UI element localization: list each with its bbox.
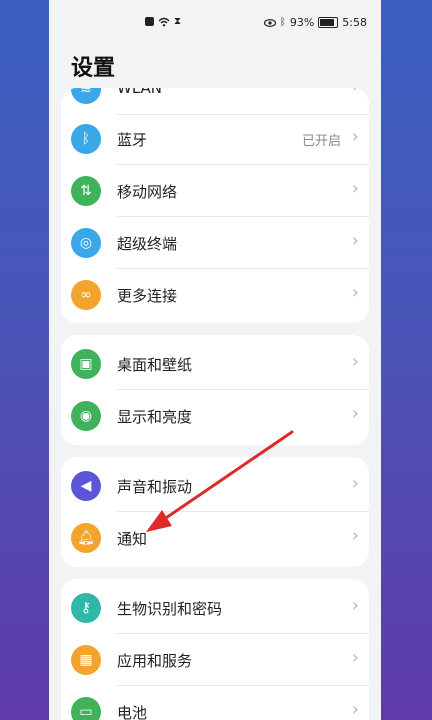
red-arrow-icon bbox=[146, 430, 294, 532]
